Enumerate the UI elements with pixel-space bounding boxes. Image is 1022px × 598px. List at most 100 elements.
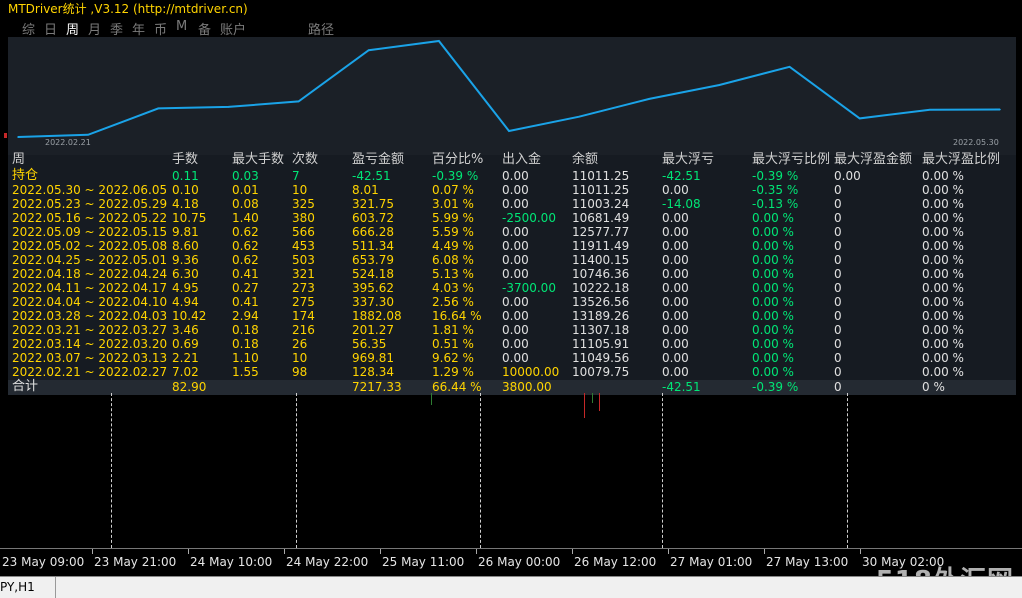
- total-pct: 66.44 %: [432, 380, 482, 394]
- cell-max-float-loss-pct: 0.00 %: [752, 351, 794, 365]
- time-tick: [188, 549, 189, 554]
- total-max-float-profit: 0: [834, 380, 842, 394]
- table-row: 2022.03.28 ~ 2022.04.03 10.42 2.94 174 1882.…: [8, 309, 1016, 323]
- cell-max-float-profit-pct: 0.00 %: [922, 239, 964, 253]
- window-title: MTDriver统计 ,V3.12 (http://mtdriver.cn): [8, 2, 248, 16]
- tab-day[interactable]: 日: [44, 19, 57, 38]
- total-max-float-profit-pct: 0 %: [922, 380, 945, 394]
- cell-balance: 12577.77: [572, 225, 630, 239]
- cell-max-float-profit-pct: 0.00 %: [922, 197, 964, 211]
- cell-lots: 4.94: [172, 295, 199, 309]
- cell-max-float-profit-pct: 0.00 %: [922, 211, 964, 225]
- cell-lots: 8.60: [172, 239, 199, 253]
- total-lots: 82.90: [172, 380, 207, 394]
- chart-marker: [4, 133, 7, 138]
- time-label: 26 May 00:00: [478, 555, 561, 569]
- tab-account[interactable]: 账户: [220, 19, 246, 38]
- tab-quarter[interactable]: 季: [110, 19, 123, 38]
- cell-max-lots: 0.62: [232, 253, 259, 267]
- cell-pnl: 8.01: [352, 183, 379, 197]
- holding-max-float-loss: -42.51: [662, 169, 701, 183]
- cell-period: 2022.03.28 ~ 2022.04.03: [12, 309, 168, 323]
- chart-tab-symbol[interactable]: PY,H1: [0, 580, 35, 594]
- table-row: 2022.04.11 ~ 2022.04.17 4.95 0.27 273 395.62…: [8, 281, 1016, 295]
- tab-notes[interactable]: 备: [198, 19, 211, 38]
- holding-deposit: 0.00: [502, 169, 529, 183]
- cell-max-float-loss: 0.00: [662, 281, 689, 295]
- cell-pct: 9.62 %: [432, 351, 474, 365]
- cell-balance: 11011.25: [572, 183, 630, 197]
- tab-month[interactable]: 月: [88, 19, 101, 38]
- period-separator: [111, 393, 112, 548]
- cell-period: 2022.05.23 ~ 2022.05.29: [12, 197, 168, 211]
- cell-pct: 5.13 %: [432, 267, 474, 281]
- time-label: 23 May 21:00: [94, 555, 177, 569]
- tab-m[interactable]: M: [176, 19, 187, 34]
- cell-balance: 10222.18: [572, 281, 630, 295]
- tab-week[interactable]: 周: [66, 19, 79, 38]
- cell-pct: 0.51 %: [432, 337, 474, 351]
- cell-max-lots: 0.62: [232, 225, 259, 239]
- cell-lots: 10.42: [172, 309, 207, 323]
- cell-balance: 10746.36: [572, 267, 630, 281]
- cell-pct: 1.29 %: [432, 365, 474, 379]
- cell-pnl: 1882.08: [352, 309, 402, 323]
- col-header-week: 周: [12, 152, 26, 167]
- cell-deposit: 0.00: [502, 197, 529, 211]
- period-separator: [296, 393, 297, 548]
- cell-deposit: 0.00: [502, 225, 529, 239]
- table-row: 2022.04.25 ~ 2022.05.01 9.36 0.62 503 653.79…: [8, 253, 1016, 267]
- balance-point: [367, 49, 370, 51]
- cell-pct: 6.08 %: [432, 253, 474, 267]
- balance-point: [157, 107, 160, 110]
- col-header-pnl: 盈亏金额: [352, 152, 405, 167]
- cell-count: 98: [292, 365, 308, 379]
- cell-deposit: 0.00: [502, 337, 529, 351]
- cell-pct: 3.01 %: [432, 197, 474, 211]
- col-header-max-float-loss: 最大浮亏: [662, 152, 715, 167]
- cell-deposit: 0.00: [502, 253, 529, 267]
- cell-pct: 5.59 %: [432, 225, 474, 239]
- cell-count: 10: [292, 183, 308, 197]
- cell-period: 2022.04.04 ~ 2022.04.10: [12, 295, 168, 309]
- total-row: 合计 82.90 7217.33 66.44 % 3800.00 -42.51 …: [8, 380, 1016, 395]
- tab-summary[interactable]: 综: [22, 19, 35, 38]
- period-separator: [847, 393, 848, 548]
- cell-max-float-loss: 0.00: [662, 351, 689, 365]
- cell-period: 2022.03.14 ~ 2022.03.20: [12, 337, 168, 351]
- holding-lots: 0.11: [172, 169, 199, 183]
- cell-pnl: 666.28: [352, 225, 394, 239]
- cell-lots: 4.18: [172, 197, 199, 211]
- cell-lots: 0.10: [172, 183, 199, 197]
- time-label: 27 May 13:00: [766, 555, 849, 569]
- cell-pnl: 511.34: [352, 239, 394, 253]
- table-row: 2022.05.09 ~ 2022.05.15 9.81 0.62 566 666.28…: [8, 225, 1016, 239]
- balance-point: [718, 84, 721, 86]
- cell-period: 2022.04.18 ~ 2022.04.24: [12, 267, 168, 281]
- stats-panel: 2022.02.21 2022.05.30 周 手数 最大手数 次数 盈亏金额 …: [8, 37, 1016, 395]
- tab-year[interactable]: 年: [132, 19, 145, 38]
- cell-period: 2022.05.16 ~ 2022.05.22: [12, 211, 168, 225]
- cell-max-float-profit: 0: [834, 351, 842, 365]
- holding-count: 7: [292, 169, 300, 183]
- cell-max-float-loss-pct: 0.00 %: [752, 337, 794, 351]
- chart-end-date: 2022.05.30: [953, 138, 999, 147]
- cell-max-float-profit: 0: [834, 337, 842, 351]
- cell-pnl: 128.34: [352, 365, 394, 379]
- time-tick: [668, 549, 669, 554]
- holding-pnl: -42.51: [352, 169, 391, 183]
- cell-lots: 0.69: [172, 337, 199, 351]
- cell-max-lots: 0.18: [232, 323, 259, 337]
- table-row: 2022.05.16 ~ 2022.05.22 10.75 1.40 380 603.7…: [8, 211, 1016, 225]
- cell-max-float-loss: 0.00: [662, 295, 689, 309]
- tab-currency[interactable]: 币: [154, 19, 167, 38]
- tab-path[interactable]: 路径: [308, 19, 334, 38]
- cell-lots: 9.81: [172, 225, 199, 239]
- period-separator: [662, 393, 663, 548]
- balance-point: [788, 66, 791, 68]
- cell-balance: 11307.18: [572, 323, 630, 337]
- balance-point: [87, 134, 89, 136]
- col-header-balance: 余额: [572, 152, 599, 167]
- cell-max-float-profit-pct: 0.00 %: [922, 183, 964, 197]
- cell-max-lots: 0.01: [232, 183, 259, 197]
